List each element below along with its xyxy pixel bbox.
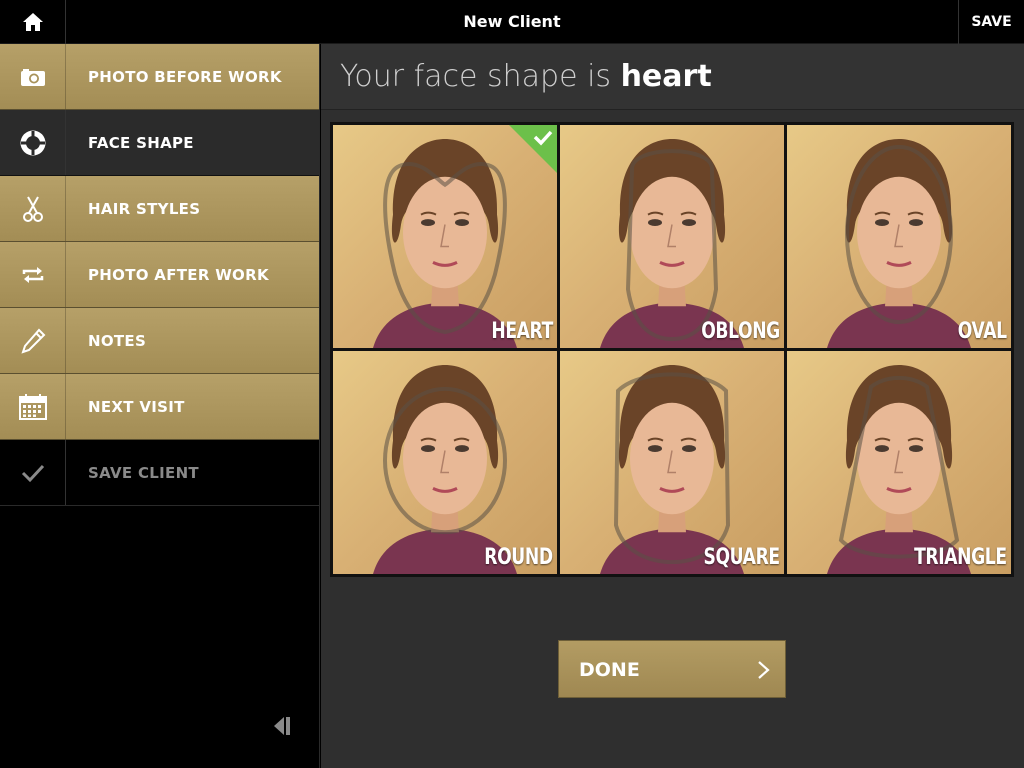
calendar-icon — [18, 393, 47, 420]
sidebar-item-save-client[interactable]: SAVE CLIENT — [0, 440, 319, 506]
face-shape-label: OVAL — [958, 319, 1007, 344]
sidebar-item-notes[interactable]: NOTES — [0, 308, 319, 374]
heading-prefix: Your face shape is — [340, 59, 621, 94]
home-icon — [22, 13, 43, 31]
main-panel: Your face shape is heart HEART OBLONG OVAL… — [321, 44, 1024, 768]
face-shape-label: OBLONG — [701, 319, 780, 344]
sidebar-item-label: PHOTO AFTER WORK — [88, 266, 269, 284]
face-shape-tile-heart[interactable]: HEART — [333, 125, 557, 348]
face-shape-tile-triangle[interactable]: TRIANGLE — [787, 351, 1011, 574]
sidebar-item-face-shape[interactable]: FACE SHAPE — [0, 110, 319, 176]
heading-bar: Your face shape is heart — [321, 44, 1024, 110]
repeat-icon — [22, 266, 43, 283]
face-shape-label: SQUARE — [703, 545, 781, 570]
save-button[interactable]: SAVE — [958, 0, 1024, 44]
sidebar-item-photo-before-work[interactable]: PHOTO BEFORE WORK — [0, 44, 319, 110]
heading-value: heart — [620, 59, 712, 94]
top-bar: New Client SAVE — [0, 0, 1024, 44]
sidebar-item-label: FACE SHAPE — [88, 134, 194, 152]
home-button[interactable] — [0, 0, 66, 44]
sidebar-item-label: HAIR STYLES — [88, 200, 201, 218]
collapse-sidebar-icon — [274, 717, 290, 735]
scissors-icon — [22, 196, 43, 222]
sidebar-item-next-visit[interactable]: NEXT VISIT — [0, 374, 319, 440]
collapse-sidebar-button[interactable] — [268, 712, 296, 740]
face-photo — [827, 364, 971, 574]
sidebar-item-label: NOTES — [88, 332, 147, 350]
done-label: DONE — [579, 659, 640, 681]
face-shape-tile-square[interactable]: SQUARE — [560, 351, 784, 574]
face-shape-label: TRIANGLE — [914, 545, 1007, 570]
face-shape-grid: HEART OBLONG OVAL ROUND SQUARE TRIANGLE — [330, 122, 1014, 577]
crosshair-icon — [20, 130, 45, 155]
sidebar: PHOTO BEFORE WORK FACE SHAPE HAIR STYLES — [0, 44, 320, 768]
face-shape-tile-oval[interactable]: OVAL — [787, 125, 1011, 348]
face-photo — [600, 138, 744, 348]
sidebar-item-label: PHOTO BEFORE WORK — [88, 68, 282, 86]
selected-check-icon — [509, 125, 557, 173]
pencil-icon — [20, 328, 45, 354]
page-title: New Client — [463, 12, 561, 31]
checkmark-icon — [21, 464, 44, 482]
sidebar-item-hair-styles[interactable]: HAIR STYLES — [0, 176, 319, 242]
face-photo — [600, 364, 744, 574]
face-shape-tile-round[interactable]: ROUND — [333, 351, 557, 574]
face-shape-tile-oblong[interactable]: OBLONG — [560, 125, 784, 348]
face-shape-label: ROUND — [484, 545, 554, 570]
face-photo — [373, 364, 517, 574]
sidebar-item-photo-after-work[interactable]: PHOTO AFTER WORK — [0, 242, 319, 308]
face-shape-label: HEART — [491, 319, 553, 344]
sidebar-item-label: NEXT VISIT — [88, 398, 185, 416]
face-shape-heading: Your face shape is heart — [340, 44, 712, 110]
face-photo — [827, 138, 971, 348]
sidebar-item-label: SAVE CLIENT — [88, 464, 199, 482]
done-button[interactable]: DONE — [558, 640, 786, 698]
chevron-right-icon — [758, 661, 770, 679]
camera-icon — [20, 68, 45, 86]
